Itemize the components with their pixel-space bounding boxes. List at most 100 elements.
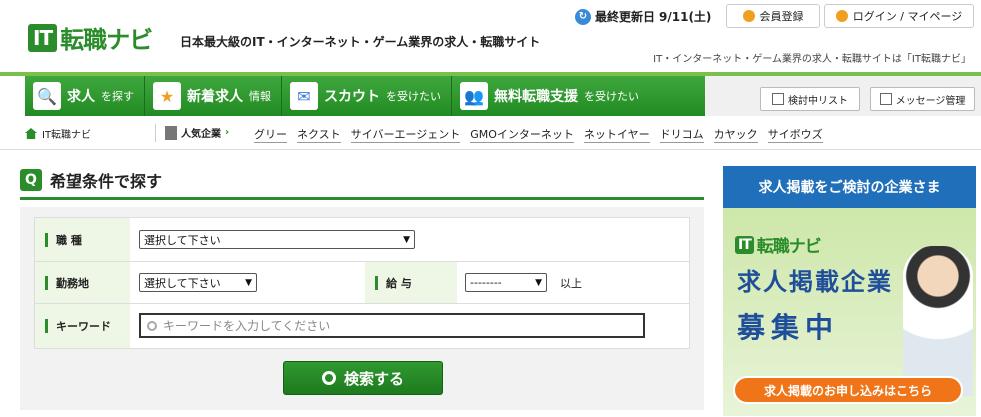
logo-text: 転職ナビ (60, 26, 153, 54)
message-label: メッセージ管理 (895, 95, 966, 107)
checklist-button[interactable]: 検討中リスト (760, 87, 860, 111)
keyword-input[interactable]: キーワードを入力してください (139, 313, 645, 338)
company-link[interactable]: ネクスト (297, 126, 341, 143)
popular-companies-label: 人気企業 › (165, 125, 229, 140)
salary-text: 給 与 (386, 276, 412, 290)
job-type-select[interactable]: 選択して下さい ▼ (139, 230, 415, 249)
updated-label: 最終更新日 (595, 10, 656, 24)
nav-main: 求人 (67, 89, 95, 105)
search-title-text: 希望条件で探す (50, 172, 163, 191)
ad-header: 求人掲載をご検討の企業さま (723, 166, 976, 208)
nav-support[interactable]: 👥 無料転職支援 を受けたい (452, 76, 649, 116)
breadcrumb-home[interactable]: IT転職ナビ (25, 126, 91, 141)
key-icon (835, 10, 848, 22)
mail-icon: ✉ (290, 82, 318, 110)
nav-main: スカウト (324, 89, 380, 105)
nav-main: 無料転職支援 (494, 89, 578, 105)
company-link[interactable]: GMOインターネット (470, 126, 574, 143)
chevron-down-icon: ▼ (245, 277, 252, 288)
chevron-down-icon: ▼ (403, 234, 410, 245)
job-type-label: 職 種 (35, 218, 130, 261)
label-bar (45, 275, 48, 290)
login-button[interactable]: ログイン / マイページ (824, 4, 974, 28)
salary-value: -------- (470, 276, 502, 289)
message-icon (879, 93, 892, 105)
search-icon: Q (20, 169, 42, 191)
salary-suffix: 以上 (560, 277, 582, 290)
ad-logo: IT 転職ナビ (735, 232, 822, 257)
logo-it-mark: IT (735, 235, 754, 254)
chevron-down-icon: ▼ (535, 277, 542, 288)
keyword-text: キーワード (56, 320, 111, 333)
sub-tagline: IT・インターネット・ゲーム業界の求人・転職サイトは「IT転職ナビ」 (653, 54, 971, 65)
nav-sub: を受けたい (386, 90, 441, 103)
search-form-table: 職 種 選択して下さい ▼ 勤務地 選択して下さい ▼ 給 与 -------- (34, 217, 690, 349)
refresh-icon: ↻ (575, 8, 591, 25)
updated-date: 9/11(土) (659, 10, 712, 24)
ad-cta-button[interactable]: 求人掲載のお申し込みはこちら (733, 376, 963, 404)
site-header: IT 転職ナビ 日本最大級のIT・インターネット・ゲーム業界の求人・転職サイト … (0, 0, 981, 76)
logo-it-mark: IT (28, 23, 58, 52)
label-bar (45, 232, 48, 247)
nav-sub: 情報 (249, 90, 271, 103)
search-icon (321, 371, 336, 385)
ad-headline: 求人掲載企業 (737, 268, 893, 296)
nav-job-search[interactable]: 🔍 求人 を探す (25, 76, 145, 116)
chevron-right-icon: › (225, 127, 230, 138)
job-type-row: 職 種 選択して下さい ▼ (35, 218, 689, 262)
company-link[interactable]: ネットイヤー (583, 126, 650, 143)
keyword-row: キーワード キーワードを入力してください (35, 304, 689, 348)
ad-person-image (903, 246, 973, 396)
location-salary-row: 勤務地 選択して下さい ▼ 給 与 -------- ▼ 以上 (35, 262, 689, 304)
location-value: 選択して下さい (144, 276, 221, 290)
company-link[interactable]: サイバーエージェント (350, 126, 461, 143)
location-select[interactable]: 選択して下さい ▼ (139, 273, 257, 292)
company-link[interactable]: グリー (254, 126, 287, 143)
home-icon (25, 128, 37, 139)
label-bar (375, 275, 378, 290)
search-section-title: Q 希望条件で探す (20, 168, 162, 192)
search-icon (147, 320, 157, 331)
home-label: IT転職ナビ (42, 130, 92, 141)
main-nav: 🔍 求人 を探す ★ 新着求人 情報 ✉ スカウト を受けたい 👥 無料転職支援 を受け… (25, 76, 705, 116)
label-bar (45, 319, 48, 333)
nav-utility: 検討中リスト メッセージ管理 (705, 76, 981, 116)
salary-select[interactable]: -------- ▼ (465, 273, 547, 292)
salary-label: 給 与 (365, 262, 457, 303)
company-links: グリー ネクスト サイバーエージェント GMOインターネット ネットイヤー ドリ… (254, 126, 823, 143)
nav-sub: を探す (101, 90, 134, 103)
nav-scout[interactable]: ✉ スカウト を受けたい (282, 76, 452, 116)
people-icon: 👥 (460, 82, 488, 110)
job-type-text: 職 種 (56, 233, 82, 247)
job-type-value: 選択して下さい (144, 233, 221, 247)
keyword-placeholder: キーワードを入力してください (163, 319, 331, 333)
nav-main: 新着求人 (187, 89, 243, 105)
nav-new-jobs[interactable]: ★ 新着求人 情報 (145, 76, 282, 116)
company-link[interactable]: カヤック (713, 126, 758, 143)
building-icon (165, 125, 177, 140)
recruit-ad-banner[interactable]: 求人掲載をご検討の企業さま IT 転職ナビ 求人掲載企業 募集中 求人掲載のお申… (723, 166, 976, 416)
logo-text: 転職ナビ (756, 237, 822, 257)
popular-label: 人気企業 (181, 129, 221, 140)
breadcrumb-bar: IT転職ナビ 人気企業 › グリー ネクスト サイバーエージェント GMOインタ… (0, 116, 981, 150)
company-link[interactable]: サイボウズ (767, 126, 823, 143)
search-button[interactable]: 検索する (283, 361, 443, 395)
register-button[interactable]: 会員登録 (726, 4, 820, 28)
site-tagline: 日本最大級のIT・インターネット・ゲーム業界の求人・転職サイト (180, 35, 541, 49)
list-icon (772, 93, 784, 105)
checklist-label: 検討中リスト (788, 95, 848, 107)
nav-sub: を受けたい (584, 90, 639, 103)
keyword-label: キーワード (35, 304, 130, 348)
search-button-label: 検索する (343, 369, 404, 388)
site-logo[interactable]: IT 転職ナビ (28, 20, 153, 55)
ad-subheadline: 募集中 (737, 311, 840, 344)
user-icon (742, 10, 755, 22)
login-label: ログイン / マイページ (852, 10, 963, 23)
title-underline (20, 197, 704, 200)
company-link[interactable]: ドリコム (659, 126, 704, 143)
message-button[interactable]: メッセージ管理 (870, 87, 975, 111)
star-icon: ★ (153, 82, 181, 110)
location-text: 勤務地 (56, 276, 89, 290)
last-updated: ↻ 最終更新日 9/11(土) (575, 8, 711, 25)
location-label: 勤務地 (35, 262, 130, 303)
